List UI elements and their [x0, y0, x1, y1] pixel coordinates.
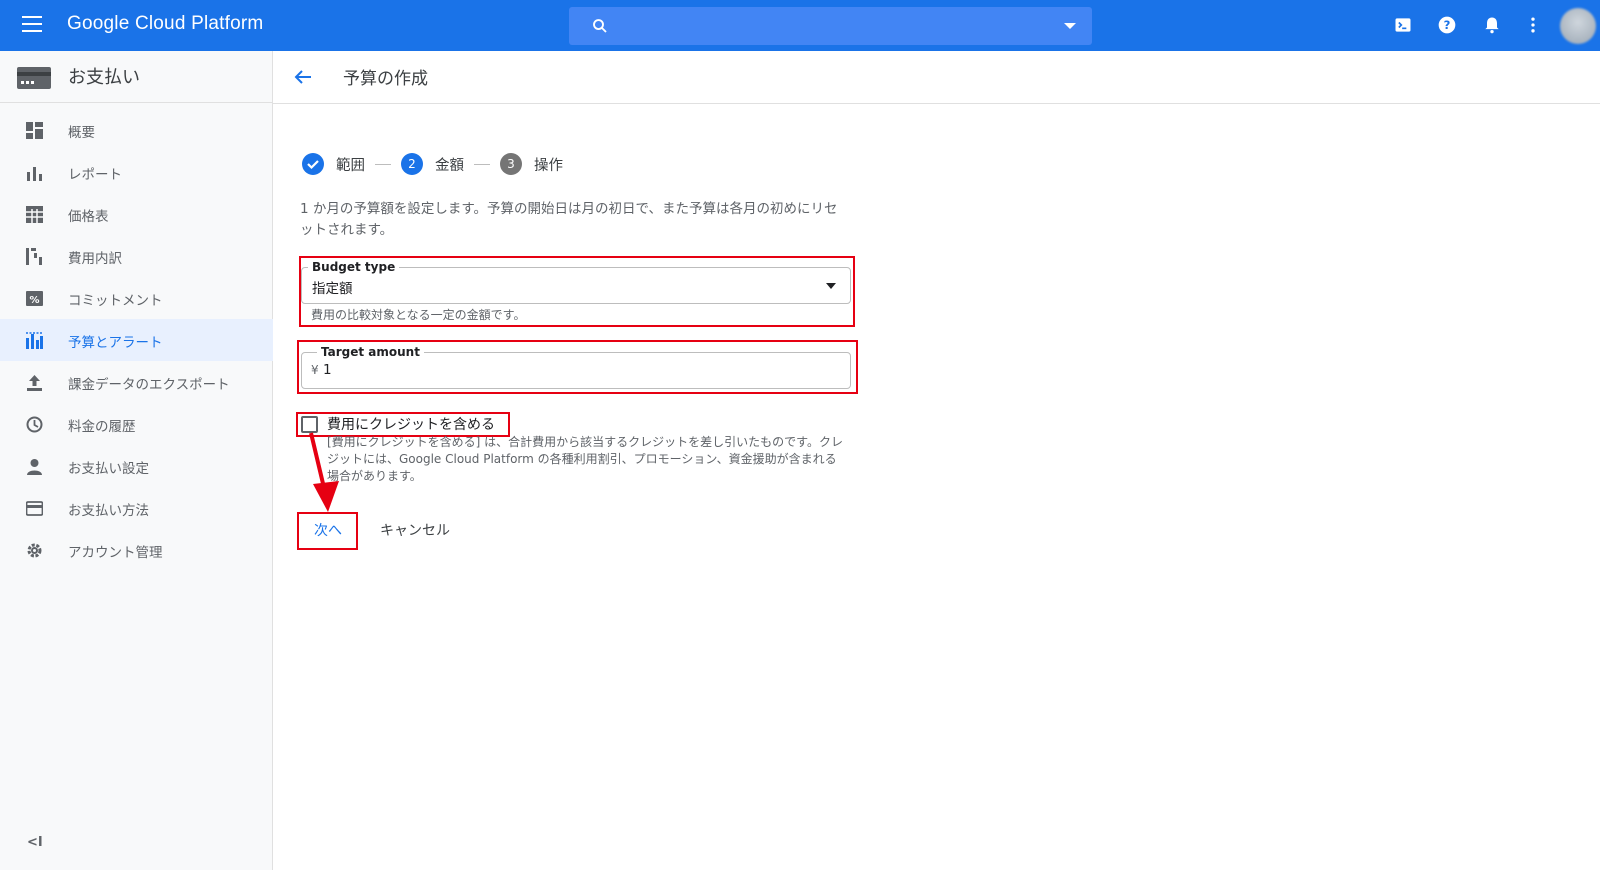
budget-type-value: 指定額: [312, 281, 353, 297]
budget-type-select[interactable]: Budget type 指定額: [301, 260, 851, 304]
bar-chart-icon: [27, 167, 42, 181]
sidebar-item-label: コミットメント: [68, 293, 163, 309]
step-label-scope: 範囲: [336, 157, 365, 174]
budget-type-helper: 費用の比較対象となる一定の金額です。: [311, 308, 526, 322]
step-label-amount: 金額: [435, 157, 464, 174]
search-dropdown-icon[interactable]: [1064, 23, 1076, 29]
include-credits-label[interactable]: 費用にクレジットを含める: [327, 414, 495, 434]
sidebar-item-payment-method[interactable]: お支払い方法: [0, 487, 273, 529]
sidebar-item-payment-settings[interactable]: お支払い設定: [0, 445, 273, 487]
clock-icon: [26, 416, 43, 433]
sidebar-item-pricing[interactable]: 価格表: [0, 193, 273, 235]
target-amount-label: Target amount: [317, 345, 424, 359]
dropdown-arrow-icon: [826, 283, 836, 289]
cancel-button[interactable]: キャンセル: [380, 520, 450, 540]
cloud-shell-icon[interactable]: [1393, 15, 1413, 35]
sidebar-item-label: 概要: [68, 125, 95, 141]
dashboard-icon: [26, 122, 43, 139]
table-icon: [26, 206, 43, 223]
sidebar-item-label: お支払い方法: [68, 503, 149, 519]
step-number-2: 2: [401, 153, 423, 175]
sidebar-title: お支払い: [68, 67, 140, 88]
sidebar-header: お支払い: [0, 51, 273, 103]
credit-card-icon: [26, 501, 43, 516]
sidebar-item-label: 課金データのエクスポート: [68, 377, 230, 393]
menu-icon[interactable]: [22, 16, 42, 32]
step-number-3: 3: [500, 153, 522, 175]
sidebar-item-history[interactable]: 料金の履歴: [0, 403, 273, 445]
sidebar-item-billing-export[interactable]: 課金データのエクスポート: [0, 361, 273, 403]
step-divider: [474, 163, 490, 165]
help-icon[interactable]: ?: [1437, 15, 1457, 35]
svg-text:%: %: [29, 295, 39, 306]
form-description: 1 か月の予算額を設定します。予算の開始日は月の初日で、また予算は各月の初めにリ…: [300, 201, 838, 238]
currency-symbol: ¥: [311, 363, 319, 377]
target-amount-value: 1: [323, 362, 332, 378]
collapse-sidebar-button[interactable]: <I: [27, 835, 43, 850]
sidebar-item-label: 費用内訳: [68, 251, 122, 267]
sidebar-item-label: 料金の履歴: [68, 419, 136, 435]
target-amount-input[interactable]: Target amount ¥ 1: [301, 345, 851, 389]
percent-icon: %: [26, 291, 43, 306]
cost-breakdown-icon: [26, 248, 42, 265]
search-icon: [593, 19, 607, 33]
upload-icon: [27, 375, 42, 391]
page-title: 予算の作成: [343, 69, 428, 89]
sidebar-item-commitments[interactable]: % コミットメント: [0, 277, 273, 319]
svg-text:?: ?: [1444, 18, 1451, 32]
more-vert-icon[interactable]: [1523, 15, 1543, 35]
budget-icon: [26, 332, 43, 349]
sidebar-item-label: 予算とアラート: [68, 335, 163, 351]
avatar[interactable]: [1560, 8, 1596, 44]
page-header: 予算の作成: [273, 51, 1600, 104]
include-credits-checkbox[interactable]: [301, 416, 318, 433]
back-arrow-icon[interactable]: [293, 67, 313, 87]
top-app-bar: Google Cloud Platform ?: [0, 0, 1600, 51]
sidebar-item-label: アカウント管理: [68, 545, 163, 561]
step-label-actions: 操作: [534, 157, 563, 174]
notifications-icon[interactable]: [1482, 15, 1502, 35]
sidebar-item-label: レポート: [68, 167, 122, 183]
sidebar-item-reports[interactable]: レポート: [0, 151, 273, 193]
sidebar: お支払い 概要 レポート 価格表 費用内訳 % コミットメント 予算とアラート …: [0, 51, 273, 870]
stepper: 範囲 2 金額 3 操作: [302, 152, 563, 176]
sidebar-item-overview[interactable]: 概要: [0, 109, 273, 151]
sidebar-item-budgets-alerts[interactable]: 予算とアラート: [0, 319, 273, 361]
include-credits-help: [費用にクレジットを含める] は、合計費用から該当するクレジットを差し引いたもの…: [327, 435, 843, 483]
sidebar-item-label: 価格表: [68, 209, 109, 225]
sidebar-item-cost-breakdown[interactable]: 費用内訳: [0, 235, 273, 277]
search-bar[interactable]: [569, 7, 1092, 45]
sidebar-item-account-management[interactable]: アカウント管理: [0, 529, 273, 571]
next-button[interactable]: 次へ: [314, 520, 342, 540]
billing-card-icon: [17, 67, 51, 89]
person-icon: [27, 459, 42, 475]
step-divider: [375, 163, 391, 165]
gear-icon: [27, 543, 42, 558]
budget-type-label: Budget type: [308, 260, 400, 274]
sidebar-item-label: お支払い設定: [68, 461, 149, 477]
step-done-check-icon: [302, 153, 324, 175]
brand-title[interactable]: Google Cloud Platform: [67, 13, 263, 35]
